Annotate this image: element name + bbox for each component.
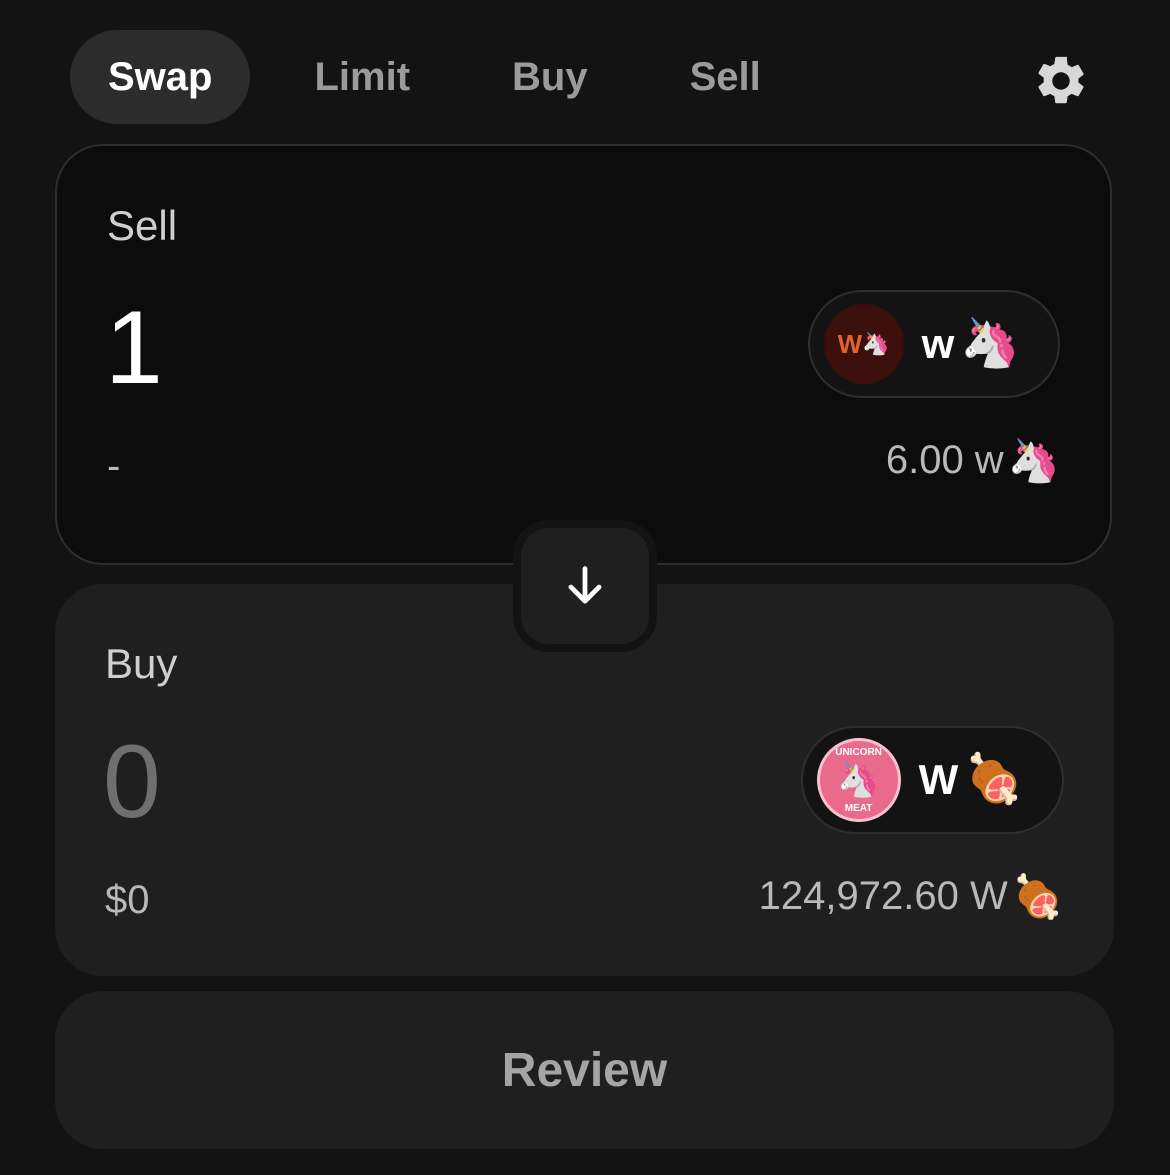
sell-balance-amount: 6.00 w (885, 438, 1004, 482)
tab-sell[interactable]: Sell (652, 30, 799, 124)
settings-gear-icon[interactable] (1032, 52, 1090, 110)
buy-token-logo-top: UNICORN (835, 747, 882, 758)
buy-token-selector[interactable]: UNICORN 🦄 MEAT W 🍖 (800, 726, 1064, 834)
buy-balance-amount: 124,972.60 W (758, 874, 1008, 918)
arrow-down-icon (568, 566, 602, 604)
trade-tabs: Swap Limit Buy Sell (70, 30, 825, 124)
unicorn-meat-icon: 🦄 (837, 761, 880, 799)
swap-direction-button[interactable] (513, 520, 657, 652)
tab-buy[interactable]: Buy (474, 30, 626, 124)
meat-icon: 🍖 (1011, 872, 1064, 920)
sell-token-selector[interactable]: W 🦄 w 🦄 (807, 290, 1060, 398)
sell-usd-value: - (107, 444, 121, 488)
sell-token-logo: W 🦄 (823, 304, 904, 384)
sell-token-logo-text: W (837, 328, 863, 359)
sell-panel: Sell 1 W 🦄 w 🦄 - 6.00 w 🦄 (55, 144, 1112, 565)
meat-icon: 🍖 (964, 753, 1024, 806)
buy-label: Buy (105, 640, 178, 687)
buy-token-logo-bottom: MEAT (844, 803, 873, 814)
sell-amount-input[interactable]: 1 (105, 296, 163, 400)
tab-swap[interactable]: Swap (70, 30, 251, 124)
buy-amount-input[interactable]: 0 (103, 730, 161, 834)
sell-token-symbol: w (921, 320, 955, 367)
unicorn-icon: 🦄 (862, 331, 890, 356)
buy-token-logo: UNICORN 🦄 MEAT (816, 738, 901, 822)
unicorn-icon: 🦄 (960, 317, 1020, 370)
buy-usd-value: $0 (105, 878, 150, 922)
buy-balance[interactable]: 124,972.60 W 🍖 (759, 874, 1064, 919)
sell-balance[interactable]: 6.00 w 🦄 (886, 438, 1060, 483)
swap-widget: Swap Limit Buy Sell Sell 1 W 🦄 w 🦄 - 6.0… (0, 0, 1170, 1175)
review-button[interactable]: Review (55, 991, 1114, 1149)
unicorn-icon: 🦄 (1007, 436, 1060, 484)
tab-limit[interactable]: Limit (276, 30, 448, 124)
buy-token-symbol: W (918, 756, 959, 803)
sell-label: Sell (107, 202, 178, 249)
